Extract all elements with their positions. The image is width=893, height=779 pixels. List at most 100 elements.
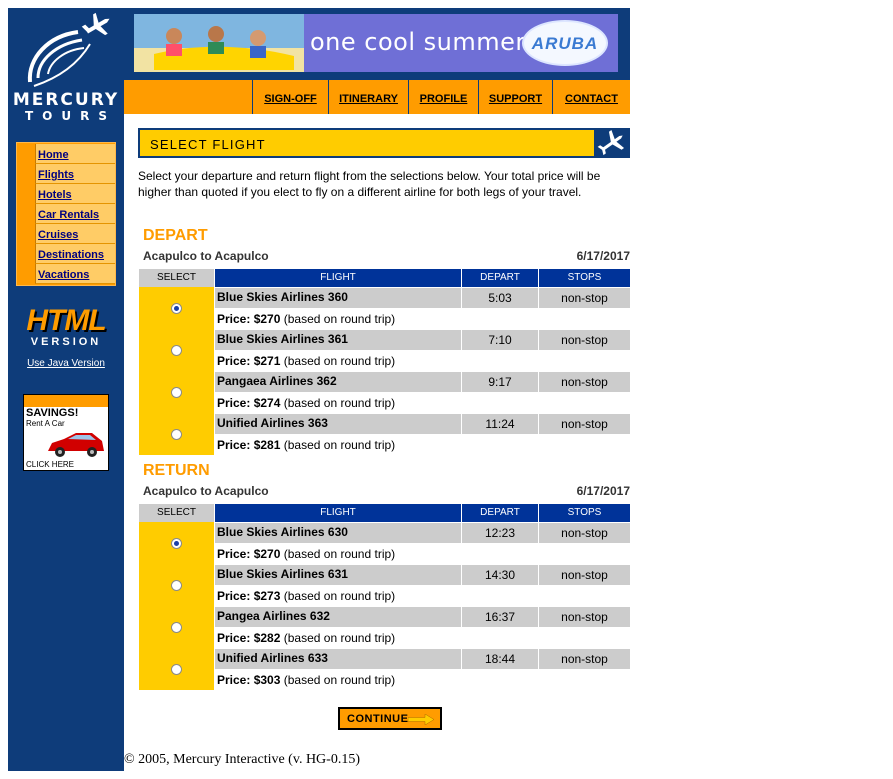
return-flight-radio[interactable] (171, 664, 182, 675)
depart-flight-radio[interactable] (171, 429, 182, 440)
sidebar-link-home[interactable]: Home (38, 149, 69, 161)
topnav-item-support[interactable]: SUPPORT (478, 80, 552, 114)
table-header: SELECT FLIGHT DEPART STOPS (139, 504, 630, 522)
price-value: $270 (253, 547, 281, 561)
flight-price: Price: $274 (based on round trip) (215, 393, 630, 413)
java-version-link[interactable]: Use Java Version (16, 358, 116, 369)
price-note: (based on round trip) (283, 312, 396, 326)
sidebar-item-cruises[interactable]: Cruises (35, 224, 115, 244)
profile-link[interactable]: PROFILE (420, 93, 468, 105)
footer-copyright: © 2005, Mercury Interactive (v. HG-0.15) (124, 752, 360, 767)
flight-price: Price: $270 (based on round trip) (215, 544, 630, 564)
flight-name: Pangaea Airlines 362 (215, 372, 461, 392)
sidebar-link-flights[interactable]: Flights (38, 169, 74, 181)
flight-name: Blue Skies Airlines 360 (215, 288, 461, 308)
sign-off-link[interactable]: SIGN-OFF (264, 93, 317, 105)
sidebar-item-vacations[interactable]: Vacations (35, 264, 115, 284)
sidebar-link-hotels[interactable]: Hotels (38, 189, 72, 201)
brand-subname: TOURS (24, 109, 116, 123)
sidebar-link-vacations[interactable]: Vacations (38, 269, 89, 281)
flight-select-cell (139, 606, 214, 648)
html-badge-title: HTML (26, 304, 106, 337)
sidebar-item-car-rentals[interactable]: Car Rentals (35, 204, 115, 224)
price-value: $281 (253, 438, 281, 452)
car-rental-ad[interactable]: SAVINGS! Rent A Car CLICK HERE (23, 394, 109, 471)
sidebar-item-flights[interactable]: Flights (35, 164, 115, 184)
topnav-item-itinerary[interactable]: ITINERARY (328, 80, 408, 114)
promo-banner[interactable]: one cool summer ARUBA (132, 12, 620, 74)
sidebar-item-home[interactable]: Home (35, 144, 115, 164)
flight-row[interactable]: Unified Airlines 363 11:24 non-stop Price: … (139, 413, 630, 455)
html-version-badge: HTML VERSION Use Java Version (16, 304, 116, 370)
page-title: SELECT FLIGHT (150, 137, 266, 152)
flight-depart-time: 7:10 (462, 330, 538, 350)
support-link[interactable]: SUPPORT (489, 93, 542, 105)
topnav-item-sign-off[interactable]: SIGN-OFF (252, 80, 328, 114)
flight-depart-time: 9:17 (462, 372, 538, 392)
price-label: Price: (217, 312, 251, 326)
price-label: Price: (217, 673, 251, 687)
flight-depart-time: 11:24 (462, 414, 538, 434)
beach-photo-icon (134, 14, 304, 72)
html-badge-subtitle: VERSION (30, 336, 102, 348)
flight-price: Price: $271 (based on round trip) (215, 351, 630, 371)
sidebar: MERCURY TOURS Home Flights Hotels Car Re… (8, 8, 124, 771)
header-stops: STOPS (539, 269, 630, 287)
flight-row[interactable]: Unified Airlines 633 18:44 non-stop Price: … (139, 648, 630, 690)
depart-flight-radio[interactable] (171, 303, 182, 314)
intro-text: Select your departure and return flight … (138, 169, 601, 199)
price-note: (based on round trip) (283, 396, 396, 410)
flight-stops: non-stop (539, 288, 630, 308)
airplane-icon (594, 128, 630, 158)
flight-price: Price: $273 (based on round trip) (215, 586, 630, 606)
flight-select-cell (139, 413, 214, 455)
price-value: $303 (253, 673, 281, 687)
planet-plane-icon (27, 12, 110, 87)
flight-row[interactable]: Pangaea Airlines 362 9:17 non-stop Price: $… (139, 371, 630, 413)
flight-select-cell (139, 371, 214, 413)
ad-cta[interactable]: CLICK HERE (26, 460, 74, 469)
price-label: Price: (217, 438, 251, 452)
continue-button[interactable]: CONTINUE (338, 707, 442, 730)
depart-flight-radio[interactable] (171, 345, 182, 356)
return-flight-table: SELECT FLIGHT DEPART STOPS Blue Skies Ai… (139, 504, 630, 690)
depart-flight-radio[interactable] (171, 387, 182, 398)
sidebar-link-car-rentals[interactable]: Car Rentals (38, 209, 99, 221)
flight-row[interactable]: Blue Skies Airlines 360 5:03 non-stop Price… (139, 287, 630, 329)
flight-row[interactable]: Blue Skies Airlines 630 12:23 non-stop Pric… (139, 522, 630, 564)
flight-price: Price: $270 (based on round trip) (215, 309, 630, 329)
return-route: Acapulco to Acapulco (143, 484, 269, 498)
header-flight: FLIGHT (215, 269, 461, 287)
contact-link[interactable]: CONTACT (565, 93, 618, 105)
sidebar-link-destinations[interactable]: Destinations (38, 249, 104, 261)
flight-row[interactable]: Blue Skies Airlines 361 7:10 non-stop Price… (139, 329, 630, 371)
flight-stops: non-stop (539, 330, 630, 350)
flight-stops: non-stop (539, 414, 630, 434)
ad-subtitle: Rent A Car (26, 419, 65, 428)
flight-row[interactable]: Blue Skies Airlines 631 14:30 non-stop Pric… (139, 564, 630, 606)
price-note: (based on round trip) (283, 631, 396, 645)
flight-price: Price: $282 (based on round trip) (215, 628, 630, 648)
return-heading: RETURN (143, 462, 210, 479)
sidebar-link-cruises[interactable]: Cruises (38, 229, 78, 241)
price-note: (based on round trip) (283, 547, 396, 561)
flight-stops: non-stop (539, 649, 630, 669)
itinerary-link[interactable]: ITINERARY (339, 93, 398, 105)
return-flight-radio[interactable] (171, 580, 182, 591)
flight-row[interactable]: Pangea Airlines 632 16:37 non-stop Price: $… (139, 606, 630, 648)
ad-bar (24, 395, 108, 407)
header-depart: DEPART (462, 504, 538, 522)
brand-name: MERCURY (12, 90, 120, 110)
price-label: Price: (217, 354, 251, 368)
flight-depart-time: 16:37 (462, 607, 538, 627)
return-flight-radio[interactable] (171, 538, 182, 549)
topnav-item-profile[interactable]: PROFILE (408, 80, 478, 114)
flight-select-cell (139, 329, 214, 371)
mercury-tours-logo[interactable]: MERCURY TOURS (8, 8, 124, 138)
flight-select-cell (139, 648, 214, 690)
topnav-item-contact[interactable]: CONTACT (552, 80, 630, 114)
sidebar-item-hotels[interactable]: Hotels (35, 184, 115, 204)
sidebar-item-destinations[interactable]: Destinations (35, 244, 115, 264)
flight-stops: non-stop (539, 372, 630, 392)
return-flight-radio[interactable] (171, 622, 182, 633)
